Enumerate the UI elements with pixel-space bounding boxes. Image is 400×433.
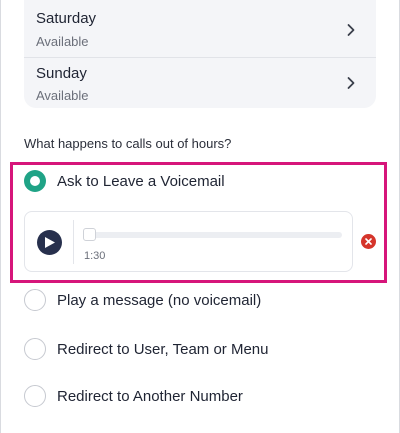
chevron-right-icon [347,24,355,36]
radio-unselected[interactable] [24,289,46,311]
day-status: Available [36,88,89,103]
option-redirect-number[interactable]: Redirect to Another Number [24,383,243,409]
day-status: Available [36,34,89,49]
frame-border-left [0,0,1,433]
days-card: Saturday Available Sunday Available [24,0,376,108]
day-name: Saturday [36,10,97,27]
option-label: Redirect to User, Team or Menu [57,340,269,358]
option-redirect-user[interactable]: Redirect to User, Team or Menu [24,336,268,362]
radio-unselected[interactable] [24,338,46,360]
option-play-message[interactable]: Play a message (no voicemail) [24,287,261,313]
day-row-saturday[interactable]: Saturday Available [24,0,376,54]
option-label: Redirect to Another Number [57,387,243,405]
chevron-right-icon [347,77,355,89]
out-of-hours-question: What happens to calls out of hours? [24,136,232,151]
day-name: Sunday [36,65,87,82]
day-row-sunday[interactable]: Sunday Available [24,58,376,112]
option-label: Play a message (no voicemail) [57,291,262,309]
radio-unselected[interactable] [24,385,46,407]
highlight-box [10,162,387,283]
